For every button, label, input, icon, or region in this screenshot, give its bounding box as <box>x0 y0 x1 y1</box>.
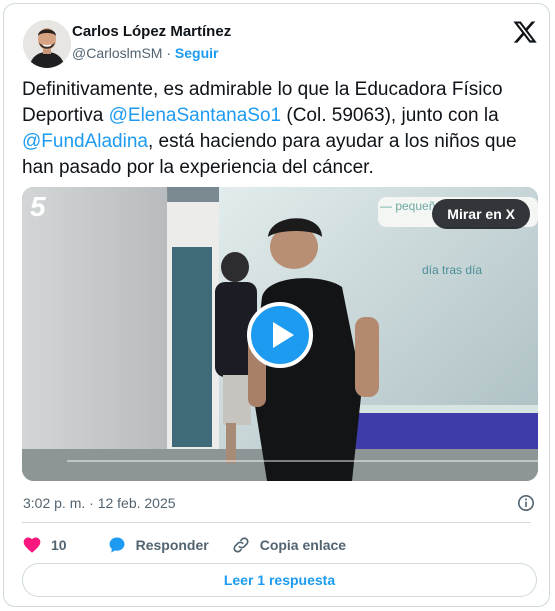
link-icon <box>233 537 249 553</box>
video-progress-bar[interactable] <box>67 460 538 462</box>
heart-icon <box>23 537 41 553</box>
reply-label: Responder <box>135 537 209 553</box>
tweet-text-part-2: (Col. 59063), junto con la <box>281 105 499 126</box>
wall-sign-text: — pequeñ <box>380 199 436 213</box>
separator-dot: · <box>166 45 172 61</box>
avatar[interactable] <box>23 20 71 68</box>
reply-bubble-icon <box>109 537 125 553</box>
like-count: 10 <box>51 537 67 553</box>
watch-on-x-button[interactable]: Mirar en X <box>432 199 530 229</box>
read-replies-button[interactable]: Leer 1 respuesta <box>22 563 537 597</box>
divider <box>22 522 531 523</box>
copy-link-label: Copia enlace <box>259 537 347 553</box>
info-icon[interactable] <box>517 494 535 512</box>
author-name[interactable]: Carlos López Martínez <box>72 23 231 40</box>
channel-logo: 5 <box>30 191 46 222</box>
mention-fundaladina[interactable]: @FundAladina <box>22 131 148 152</box>
follow-button[interactable]: Seguir <box>175 45 219 61</box>
tweet-text: Definitivamente, es admirable lo que la … <box>22 77 542 181</box>
reply-button[interactable]: Responder <box>107 535 209 555</box>
video-player[interactable]: — pequeñ día tras día 5 Mirar en X <box>22 187 538 481</box>
play-button[interactable] <box>247 302 313 368</box>
tweet-timestamp[interactable]: 3:02 p. m. · 12 feb. 2025 <box>23 495 176 511</box>
tweet-actions: 10 Responder Copia enlace <box>22 534 346 556</box>
x-logo-icon[interactable] <box>512 19 538 45</box>
copy-link-button[interactable]: Copia enlace <box>231 535 346 555</box>
like-button[interactable]: 10 <box>22 535 67 555</box>
wall-text: día tras día <box>422 263 483 277</box>
play-icon <box>273 322 294 348</box>
author-handle[interactable]: @CarloslmSM <box>72 45 162 61</box>
mention-elena[interactable]: @ElenaSantanaSo1 <box>109 105 281 126</box>
tweet-card: Carlos López Martínez @CarloslmSM · Segu… <box>3 3 550 607</box>
handle-row: @CarloslmSM · Seguir <box>72 45 218 61</box>
